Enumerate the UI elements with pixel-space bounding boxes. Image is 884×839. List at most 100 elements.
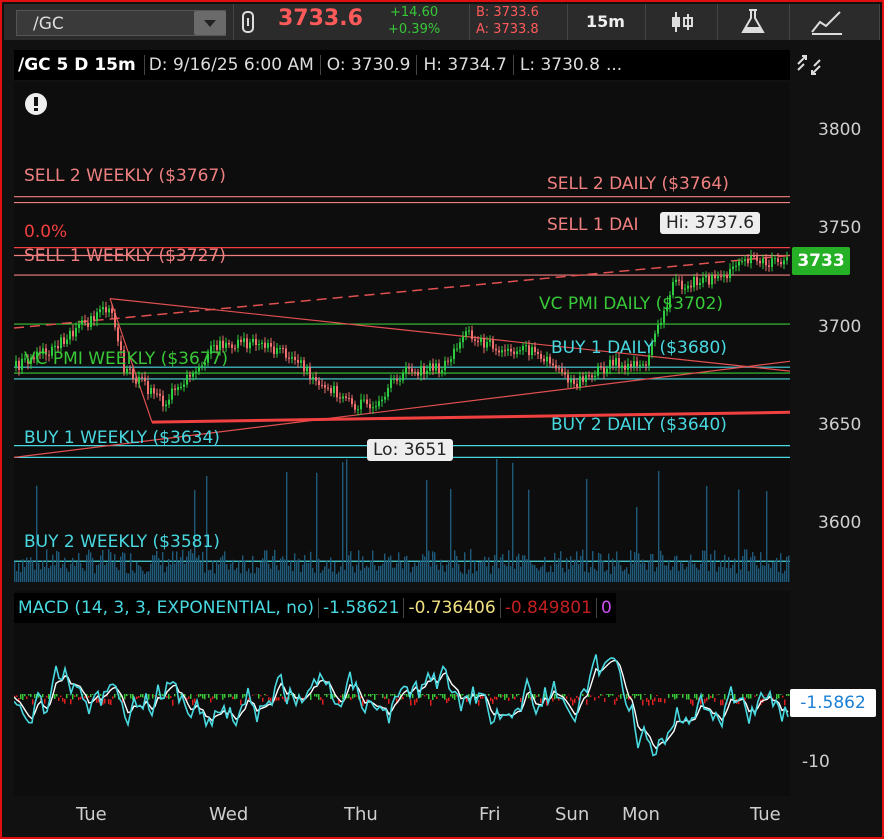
macd-histogram-bar [20, 694, 22, 700]
volume-bar [732, 564, 734, 582]
timeframe-section[interactable]: 15m [568, 4, 646, 40]
volume-bar [228, 569, 230, 582]
net-change: +14.60 [390, 5, 439, 20]
volume-bar [520, 566, 522, 582]
symbol-dropdown-button[interactable] [194, 11, 226, 35]
volume-bar [14, 561, 16, 582]
candle [333, 386, 335, 394]
macd-histogram-bar [502, 695, 504, 697]
candle [315, 377, 317, 381]
volume-bar [600, 553, 602, 582]
candle [681, 280, 683, 290]
candle [594, 375, 596, 378]
volume-bar [588, 572, 590, 582]
x-tick-thu: Thu [344, 804, 378, 825]
macd-histogram-bar [706, 697, 708, 702]
volume-bar [602, 560, 604, 582]
volume-bar [558, 558, 560, 582]
macd-histogram-bar [702, 694, 704, 697]
x-tick-tue2: Tue [750, 804, 781, 825]
macd-histogram-bar [708, 694, 710, 700]
candle [243, 338, 245, 343]
volume-bar [448, 561, 450, 582]
candle [618, 358, 620, 368]
more-ellipsis[interactable]: ... [606, 55, 622, 75]
candle [234, 347, 236, 349]
macd-histogram-bar [700, 699, 702, 705]
volume-bar [630, 550, 632, 582]
macd-histogram-bar [242, 694, 244, 699]
macd-histogram-bar [54, 694, 56, 699]
macd-histogram-bar [260, 695, 262, 697]
candle [81, 320, 83, 325]
candlestick-icon[interactable] [668, 10, 696, 34]
candle [69, 330, 71, 340]
volume-bar [18, 562, 20, 582]
x-tick-sun: Sun [555, 804, 590, 825]
macd-histogram-bar [428, 694, 430, 700]
candle [363, 399, 365, 401]
volume-bar [336, 573, 338, 582]
volume-bar [190, 549, 192, 582]
alert-icon[interactable] [24, 92, 48, 116]
macd-histogram-bar [674, 694, 676, 700]
macd-histogram-bar [212, 696, 214, 699]
volume-bar [716, 571, 718, 582]
macd-histogram-bar [174, 694, 176, 697]
macd-histogram-bar [690, 698, 692, 704]
macd-histogram-bar [28, 694, 30, 696]
candle [411, 368, 413, 372]
volume-bar [160, 565, 162, 582]
link-icon[interactable] [240, 10, 256, 34]
volume-bar [304, 555, 306, 582]
candle [714, 275, 716, 279]
volume-bar [268, 563, 270, 582]
bid-ask-section: B: 3733.6 A: 3733.8 [470, 4, 568, 40]
volume-bar [456, 555, 458, 582]
volume-bar [484, 556, 486, 582]
candle [468, 330, 470, 332]
volume-bar [210, 569, 212, 582]
macd-histogram-bar [676, 694, 678, 699]
candle [603, 366, 605, 374]
candle [117, 327, 119, 342]
candle [231, 344, 233, 348]
expand-icon[interactable] [794, 50, 824, 80]
macd-histogram-bar [590, 695, 592, 697]
volume-bar [90, 552, 92, 582]
chart-symbol-label[interactable]: /GC 5 D 15m [14, 55, 140, 75]
drawing-tools-icon[interactable] [810, 8, 844, 36]
macd-chart-svg[interactable] [14, 624, 790, 796]
volume-bar [644, 563, 646, 582]
macd-study-label[interactable]: MACD (14, 3, 3, EXPONENTIAL, no) [14, 598, 318, 618]
volume-bar [628, 573, 630, 582]
candle [573, 379, 575, 384]
macd-histogram-bar [730, 694, 732, 696]
volume-bar [198, 555, 200, 582]
macd-histogram-bar [26, 696, 28, 699]
volume-bar [72, 557, 74, 582]
macd-histogram-bar [766, 694, 768, 696]
volume-bar [298, 558, 300, 582]
candle [168, 399, 170, 405]
macd-histogram-bar [618, 695, 620, 697]
timeframe-button[interactable]: 15m [586, 12, 625, 31]
volume-bar [154, 555, 156, 582]
candle [96, 312, 98, 321]
volume-bar [292, 570, 294, 582]
volume-bar [578, 564, 580, 582]
price-chart-svg[interactable] [14, 82, 790, 582]
volume-bar [232, 559, 234, 582]
macd-histogram-bar [236, 694, 238, 699]
candle [372, 407, 374, 409]
macd-histogram-bar [516, 694, 518, 697]
macd-histogram-bar [552, 697, 554, 702]
candle [543, 358, 545, 362]
volume-bar [222, 555, 224, 582]
candle [555, 365, 557, 369]
volume-bar [108, 549, 110, 582]
volume-bar [152, 555, 154, 582]
flask-icon[interactable] [740, 8, 766, 36]
volume-bar [498, 568, 500, 582]
candle [750, 255, 752, 264]
